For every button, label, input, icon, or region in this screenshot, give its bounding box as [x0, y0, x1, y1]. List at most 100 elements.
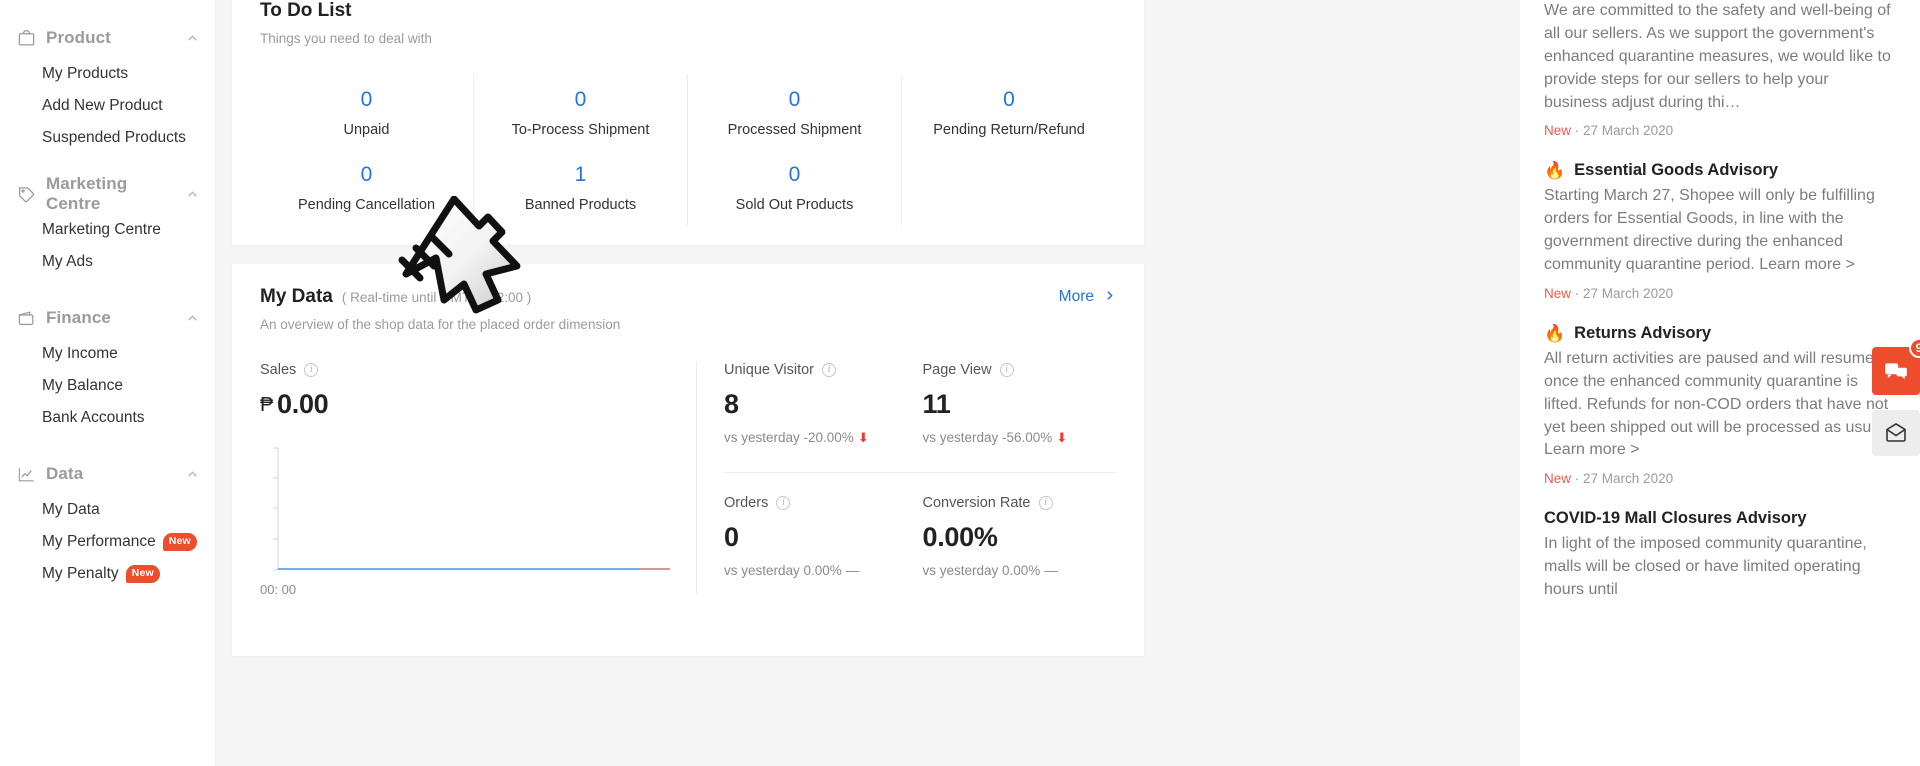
sidebar-item-label: My Penalty — [42, 565, 119, 582]
announcement-separator: · — [1574, 285, 1584, 301]
announcement-item[interactable]: 🔥 Essential Goods Advisory Starting Marc… — [1544, 161, 1894, 324]
metric-label: Page View — [922, 362, 992, 379]
todo-cell-banned-products[interactable]: 1 Banned Products — [474, 150, 688, 226]
sidebar-item-bank-accounts[interactable]: Bank Accounts — [0, 402, 215, 434]
todo-cell-sold-out-products[interactable]: 0 Sold Out Products — [688, 150, 902, 226]
sidebar-group-marketing-centre: Marketing Centre Marketing Centre My Ads — [0, 174, 215, 278]
sidebar-group-label: Product — [46, 28, 111, 47]
my-data-card: My Data ( Real-time until GMT+8 22:00 ) … — [232, 264, 1144, 657]
chat-bubble-icon — [1885, 363, 1907, 380]
sidebar-group-header-data[interactable]: Data — [0, 454, 215, 494]
sales-label: Sales — [260, 362, 297, 379]
sidebar-item-my-data[interactable]: My Data — [0, 494, 215, 526]
announcement-body[interactable]: Starting March 27, Shopee will only be f… — [1544, 185, 1894, 277]
info-icon[interactable]: i — [822, 363, 837, 378]
sidebar-item-label: Suspended Products — [42, 129, 186, 146]
sidebar-item-my-penalty[interactable]: My Penalty New — [0, 558, 215, 590]
announcement-meta: New · 27 March 2020 — [1544, 123, 1894, 138]
chevron-up-icon[interactable] — [185, 187, 199, 201]
more-link[interactable]: More — [1059, 286, 1116, 306]
announcement-header: COVID-19 Mall Closures Advisory — [1544, 509, 1894, 528]
metrics-row-1: Unique Visitor i 8 vs yesterday -20.00% … — [724, 362, 1116, 445]
announcement-header: 🔥 Essential Goods Advisory — [1544, 161, 1894, 180]
announcement-body[interactable]: We are committed to the safety and well-… — [1544, 0, 1894, 114]
announcement-body[interactable]: In light of the imposed community quaran… — [1544, 533, 1894, 602]
sidebar-item-my-performance[interactable]: My Performance New — [0, 526, 215, 558]
flame-icon: 🔥 — [1544, 323, 1566, 343]
sidebar-item-marketing-centre[interactable]: Marketing Centre — [0, 214, 215, 246]
metric-unique-visitor: Unique Visitor i 8 vs yesterday -20.00% … — [724, 362, 918, 445]
announcement-title[interactable]: COVID-19 Mall Closures Advisory — [1544, 509, 1807, 528]
todo-grid: 0 Unpaid 0 To-Process Shipment 0 Process… — [260, 75, 1116, 226]
metric-delta-row: vs yesterday 0.00% — — [724, 563, 918, 578]
chevron-up-icon[interactable] — [185, 311, 199, 325]
todo-count: 0 — [360, 88, 373, 111]
wallet-icon — [16, 308, 36, 328]
todo-cell-processed-shipment[interactable]: 0 Processed Shipment — [688, 75, 902, 151]
sidebar-item-label: Marketing Centre — [42, 221, 161, 238]
announcements-panel: We are committed to the safety and well-… — [1520, 0, 1920, 766]
metric-label: Orders — [724, 495, 769, 512]
sidebar-group-header-product[interactable]: Product — [0, 18, 215, 58]
inbox-button[interactable] — [1872, 410, 1920, 456]
metric-label: Unique Visitor — [724, 362, 815, 379]
info-icon[interactable]: i — [776, 496, 791, 511]
announcement-date: 27 March 2020 — [1583, 123, 1674, 139]
sidebar-item-my-balance[interactable]: My Balance — [0, 370, 215, 402]
sidebar: Product My Products Add New Product Susp… — [0, 0, 216, 766]
announcement-title[interactable]: Returns Advisory — [1574, 324, 1711, 343]
bag-icon — [16, 28, 36, 48]
info-icon[interactable]: i — [999, 363, 1014, 378]
announcement-meta: New · 27 March 2020 — [1544, 286, 1894, 301]
todo-count: 0 — [360, 163, 373, 187]
sales-metric-block: Sales i ₱ 0.00 00: 00 — [260, 362, 697, 597]
announcement-new-tag: New — [1544, 123, 1572, 139]
sidebar-item-my-products[interactable]: My Products — [0, 58, 215, 90]
announcement-item[interactable]: We are committed to the safety and well-… — [1544, 0, 1894, 161]
sidebar-item-suspended-products[interactable]: Suspended Products — [0, 122, 215, 154]
my-data-subtitle: An overview of the shop data for the pla… — [260, 317, 621, 333]
currency-symbol: ₱ — [260, 394, 274, 417]
metric-value: 8 — [724, 389, 739, 420]
arrow-down-icon: ⬇ — [857, 430, 869, 446]
metric-label-row: Orders i — [724, 495, 918, 511]
todo-count: 1 — [574, 163, 587, 187]
sidebar-group-header-finance[interactable]: Finance — [0, 298, 215, 338]
todo-cell-to-process-shipment[interactable]: 0 To-Process Shipment — [474, 75, 688, 151]
announcement-item[interactable]: COVID-19 Mall Closures Advisory In light… — [1544, 509, 1894, 606]
announcement-body[interactable]: All return activities are paused and wil… — [1544, 348, 1894, 462]
announcement-separator: · — [1574, 123, 1584, 139]
todo-label: Pending Cancellation — [297, 197, 436, 214]
sales-amount: 0.00 — [277, 389, 329, 420]
sidebar-item-my-income[interactable]: My Income — [0, 338, 215, 370]
sidebar-item-add-new-product[interactable]: Add New Product — [0, 90, 215, 122]
my-data-realtime-note: ( Real-time until GMT+8 22:00 ) — [341, 290, 532, 306]
info-icon[interactable]: i — [304, 363, 319, 378]
sidebar-item-label: My Income — [42, 345, 118, 362]
my-data-title: My Data — [260, 286, 333, 308]
announcement-title[interactable]: Essential Goods Advisory — [1574, 161, 1778, 180]
announcement-date: 27 March 2020 — [1583, 285, 1674, 301]
todo-count: 0 — [788, 88, 801, 111]
chevron-right-icon — [1103, 289, 1116, 305]
sidebar-group-header-marketing-centre[interactable]: Marketing Centre — [0, 174, 215, 214]
announcement-item[interactable]: 🔥 Returns Advisory All return activities… — [1544, 324, 1894, 509]
todo-cell-pending-cancellation[interactable]: 0 Pending Cancellation — [260, 150, 474, 226]
sidebar-item-label: My Balance — [42, 377, 123, 394]
chat-button[interactable]: 9 — [1872, 338, 1920, 395]
todo-cell-pending-return-refund[interactable]: 0 Pending Return/Refund — [902, 75, 1116, 150]
info-icon[interactable]: i — [1038, 496, 1053, 511]
metric-conversion-rate: Conversion Rate i 0.00% vs yesterday 0.0… — [918, 495, 1117, 578]
todo-cell-unpaid[interactable]: 0 Unpaid — [260, 75, 474, 151]
metric-delta: vs yesterday -56.00% — [922, 430, 1053, 446]
sidebar-group-label: Marketing Centre — [46, 174, 128, 213]
chevron-up-icon[interactable] — [185, 467, 199, 481]
inbox-envelope-icon — [1886, 423, 1906, 442]
chevron-up-icon[interactable] — [185, 31, 199, 45]
announcement-header: 🔥 Returns Advisory — [1544, 324, 1894, 343]
announcement-separator: · — [1574, 471, 1584, 487]
sidebar-item-my-ads[interactable]: My Ads — [0, 246, 215, 278]
dashboard-page: Product My Products Add New Product Susp… — [0, 0, 1920, 766]
metrics-divider — [724, 472, 1116, 474]
